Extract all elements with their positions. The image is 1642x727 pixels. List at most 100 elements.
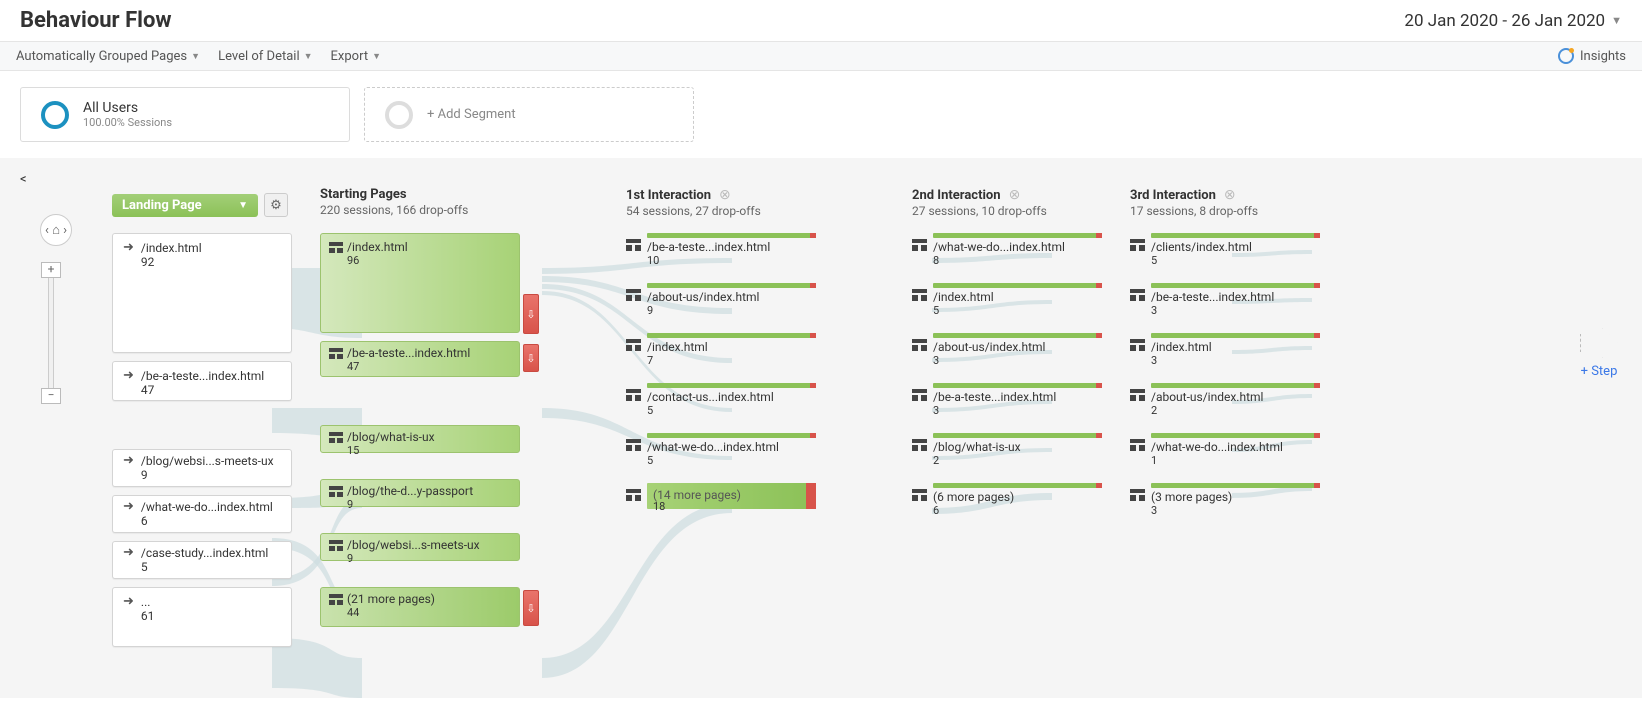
level-of-detail-label: Level of Detail xyxy=(218,49,300,64)
settings-button[interactable]: ⚙ xyxy=(264,193,288,217)
first-interaction-column: 1st Interaction ⊗ 54 sessions, 27 drop-o… xyxy=(626,187,816,655)
node-label: ... xyxy=(141,595,155,609)
node-label: /index.html xyxy=(141,241,202,255)
node-label: /about-us/index.html xyxy=(647,290,816,304)
landing-node[interactable]: ➜ /what-we-do...index.html 6 xyxy=(112,495,292,533)
interaction-node[interactable]: /index.html 5 xyxy=(912,283,1102,317)
page-icon xyxy=(1130,389,1145,401)
add-segment-label: + Add Segment xyxy=(427,107,516,122)
page-icon xyxy=(1130,289,1145,301)
node-count: 3 xyxy=(1151,504,1320,517)
interaction-node[interactable]: /be-a-teste...index.html 3 xyxy=(1130,283,1320,317)
zoom-slider[interactable] xyxy=(48,278,54,388)
node-label: /what-we-do...index.html xyxy=(933,240,1102,254)
node-count: 61 xyxy=(141,609,155,623)
interaction-node[interactable]: (14 more pages) 18 xyxy=(626,483,816,509)
landing-node[interactable]: ➜ /index.html 92 xyxy=(112,233,292,353)
interaction-node[interactable]: /index.html 3 xyxy=(1130,333,1320,367)
node-label: (21 more pages) xyxy=(329,592,511,606)
page-icon xyxy=(912,339,927,351)
add-segment-circle-icon xyxy=(385,101,413,129)
node-count: 9 xyxy=(347,498,511,511)
interaction-node[interactable]: /blog/what-is-ux 2 xyxy=(912,433,1102,467)
interaction-node[interactable]: /about-us/index.html 2 xyxy=(1130,383,1320,417)
remove-column-icon[interactable]: ⊗ xyxy=(1224,187,1236,203)
node-count: 6 xyxy=(141,514,273,528)
landing-node[interactable]: ➜ ... 61 xyxy=(112,587,292,647)
starting-pages-column: Starting Pages 220 sessions, 166 drop-of… xyxy=(320,187,520,655)
column-title: Starting Pages xyxy=(320,187,520,202)
interaction-node[interactable]: /contact-us...index.html 5 xyxy=(626,383,816,417)
interaction-node[interactable]: /about-us/index.html 9 xyxy=(626,283,816,317)
node-label: /be-a-teste...index.html xyxy=(1151,290,1320,304)
node-count: 9 xyxy=(347,552,511,565)
zoom-in-button[interactable]: + xyxy=(41,262,61,278)
interaction-node[interactable]: /be-a-teste...index.html 10 xyxy=(626,233,816,267)
interaction-node[interactable]: (3 more pages) 3 xyxy=(1130,483,1320,517)
zoom-out-button[interactable]: − xyxy=(41,388,61,404)
interaction-node[interactable]: /what-we-do...index.html 5 xyxy=(626,433,816,467)
segment-circle-icon xyxy=(41,101,69,129)
interaction-node[interactable]: /what-we-do...index.html 8 xyxy=(912,233,1102,267)
page-title: Behaviour Flow xyxy=(20,8,172,33)
add-segment-button[interactable]: + Add Segment xyxy=(364,87,694,142)
landing-node[interactable]: ➜ /be-a-teste...index.html 47 xyxy=(112,361,292,401)
node-label: /index.html xyxy=(933,290,1102,304)
node-count: 96 xyxy=(347,254,511,267)
level-of-detail-dropdown[interactable]: Level of Detail ▼ xyxy=(218,49,312,64)
column-subtitle: 17 sessions, 8 drop-offs xyxy=(1130,204,1320,218)
chevron-down-icon: ▼ xyxy=(1611,14,1622,27)
export-label: Export xyxy=(331,49,369,64)
page-icon xyxy=(329,242,343,253)
interaction-node[interactable]: /what-we-do...index.html 1 xyxy=(1130,433,1320,467)
node-label: /case-study...index.html xyxy=(141,546,268,560)
column-subtitle: 54 sessions, 27 drop-offs xyxy=(626,204,816,218)
page-icon xyxy=(912,489,927,501)
node-label: /about-us/index.html xyxy=(933,340,1102,354)
interaction-node[interactable]: /index.html 7 xyxy=(626,333,816,367)
page-node[interactable]: (21 more pages)44⇩ xyxy=(320,587,520,627)
node-label: /be-a-teste...index.html xyxy=(933,390,1102,404)
enter-icon: ➜ xyxy=(123,546,134,574)
page-node[interactable]: /blog/websi...s-meets-ux9 xyxy=(320,533,520,561)
interaction-node[interactable]: /be-a-teste...index.html 3 xyxy=(912,383,1102,417)
page-node[interactable]: /be-a-teste...index.html47⇩ xyxy=(320,341,520,377)
interaction-node[interactable]: /clients/index.html 5 xyxy=(1130,233,1320,267)
node-count: 15 xyxy=(347,444,511,457)
landing-page-label: Landing Page xyxy=(122,198,202,213)
page-icon xyxy=(912,239,927,251)
node-label: /blog/websi...s-meets-ux xyxy=(329,538,511,552)
remove-column-icon[interactable]: ⊗ xyxy=(719,187,731,203)
node-label: /index.html xyxy=(329,240,511,254)
node-count: 3 xyxy=(933,404,1102,417)
insights-button[interactable]: Insights xyxy=(1558,48,1626,64)
landing-node[interactable]: ➜ /blog/websi...s-meets-ux 9 xyxy=(112,449,292,487)
page-icon xyxy=(1130,339,1145,351)
date-range-picker[interactable]: 20 Jan 2020 - 26 Jan 2020 ▼ xyxy=(1404,11,1622,31)
node-count: 18 xyxy=(653,500,665,513)
node-count: 7 xyxy=(647,354,816,367)
export-dropdown[interactable]: Export ▼ xyxy=(331,49,381,64)
grouped-pages-dropdown[interactable]: Automatically Grouped Pages ▼ xyxy=(16,49,200,64)
flow-visualization[interactable]: ‹ ⌂ › + − < xyxy=(0,158,1642,698)
node-count: 44 xyxy=(347,606,511,619)
interaction-node[interactable]: (6 more pages) 6 xyxy=(912,483,1102,517)
remove-column-icon[interactable]: ⊗ xyxy=(1009,187,1021,203)
node-count: 2 xyxy=(1151,404,1320,417)
page-node[interactable]: /blog/what-is-ux15 xyxy=(320,425,520,453)
node-count: 10 xyxy=(647,254,816,267)
segment-all-users[interactable]: All Users 100.00% Sessions xyxy=(20,87,350,142)
node-label: /what-we-do...index.html xyxy=(647,440,816,454)
landing-column: Landing Page ▼ ⚙ ➜ /index.html 92 ➜ /be-a… xyxy=(112,187,292,655)
page-icon xyxy=(626,439,641,451)
node-label: /index.html xyxy=(1151,340,1320,354)
page-node[interactable]: /index.html96⇩ xyxy=(320,233,520,333)
page-node[interactable]: /blog/the-d...y-passport9 xyxy=(320,479,520,507)
landing-page-dropdown[interactable]: Landing Page ▼ xyxy=(112,194,258,217)
landing-node[interactable]: ➜ /case-study...index.html 5 xyxy=(112,541,292,579)
page-icon xyxy=(1130,439,1145,451)
home-nav-button[interactable]: ‹ ⌂ › xyxy=(40,214,72,246)
node-count: 1 xyxy=(1151,454,1320,467)
node-label: /blog/what-is-ux xyxy=(329,430,511,444)
interaction-node[interactable]: /about-us/index.html 3 xyxy=(912,333,1102,367)
